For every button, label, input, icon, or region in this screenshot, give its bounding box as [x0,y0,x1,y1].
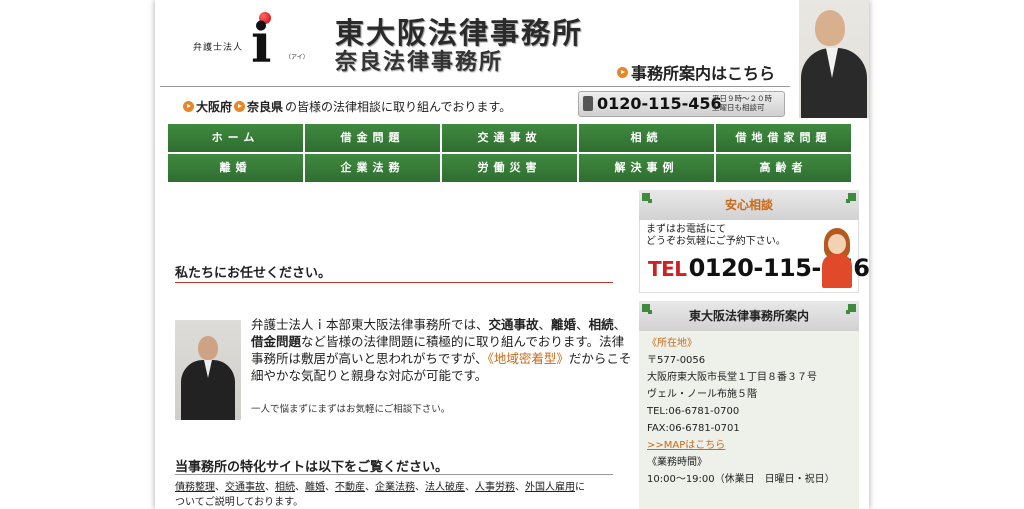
header-phone-number: 0120-115-456 [597,94,722,113]
consult-line2: どうぞお気軽にご予約下さい。 [646,236,786,247]
intro-inheritance: 相続 [588,317,614,332]
phone-icon [583,96,593,111]
heading-leave-it-to-us: 私たちにお任せください。 [175,266,332,281]
nav-debt[interactable]: 借金問題 [305,124,440,152]
intro-traffic: 交通事故 [488,317,539,332]
intro-consult-note: 一人で悩まずにまずはお気軽にご相談下さい。 [251,404,451,415]
site-subtitle: 奈良法律事務所 [335,50,504,75]
page: 弁護士法人 i （アイ） 東大阪法律事務所 奈良法律事務所 事務所案内はこちら … [155,0,869,509]
arrow-right-icon [183,101,194,112]
links-tail: に [575,482,585,493]
nav-corporate[interactable]: 企業法務 [305,154,440,182]
tagline-text: の皆様の法律相談に取り組んでおります。 [285,100,512,114]
hours-line1: 平日９時～２０時 [712,94,772,103]
sep: 、 [215,482,225,493]
sep: 、 [295,482,305,493]
header-phone[interactable]: 0120-115-456 平日９時～２０時 土曜日も相談可 [578,91,785,117]
tagline: 大阪府 奈良県 の皆様の法律相談に取り組んでおります。 [183,98,511,115]
corner-deco-icon [648,310,652,314]
tagline-region-osaka: 大阪府 [196,100,233,114]
intro-sep: 、 [538,317,552,332]
consult-heading: 安心相談 [639,190,859,220]
link-real-estate[interactable]: 不動産 [335,482,365,493]
heading-rule [175,282,613,283]
hours-label: 《業務時間》 [647,457,707,468]
intro-debt: 借金問題 [251,334,302,349]
special-site-links: 債務整理、交通事故、相続、離婚、不動産、企業法務、法人破産、人事労務、外国人雇用… [175,480,630,509]
office-info-link[interactable]: 事務所案内はこちら [617,60,775,84]
links-tail: ついてご説明しております。 [175,497,304,508]
link-inheritance[interactable]: 相続 [275,482,295,493]
link-foreign-employment[interactable]: 外国人雇用 [525,482,575,493]
heading-special-sites: 当事務所の特化サイトは以下をご覧ください。 [175,460,449,475]
consult-title: 安心相談 [724,198,773,212]
link-corporate-bankruptcy[interactable]: 法人破産 [425,482,465,493]
corner-deco-icon [648,199,652,203]
sep: 、 [325,482,335,493]
sidebar: 安心相談 まずはお電話にて どうぞお気軽にご予約下さい。 TEL0120-115… [639,190,869,509]
link-divorce[interactable]: 離婚 [305,482,325,493]
intro-highlight: 《地域密着型》 [487,351,569,366]
heading-rule [175,474,613,475]
consult-line1: まずはお電話にて [646,224,726,235]
sep: 、 [265,482,275,493]
header-divider [160,86,790,87]
logo-label: 弁護士法人 [193,43,244,53]
office-fax: FAX:06-6781-0701 [647,423,740,434]
nav-home[interactable]: ホーム [168,124,303,152]
sep: 、 [415,482,425,493]
map-link[interactable]: >>MAPはこちら [647,440,725,451]
nav-elderly[interactable]: 高齢者 [716,154,851,182]
intro-sep: 、 [576,317,589,332]
arrow-right-icon [234,101,246,112]
nav-traffic-accident[interactable]: 交通事故 [442,124,577,152]
office-hours: 10:00～19:00（休業日 日曜日・祝日） [647,474,835,485]
link-corporate[interactable]: 企業法務 [375,482,415,493]
consult-phone-banner[interactable]: まずはお電話にて どうぞお気軽にご予約下さい。 TEL0120-115-456 [639,220,869,293]
office-info: 《所在地》 〒577-0056 大阪府東大阪市長堂１丁目８番３７号 ヴェル・ノー… [639,331,859,509]
intro-text: 弁護士法人ｉ本部東大阪法律事務所では、交通事故、離婚、相続、借金問題など皆様の法… [251,316,633,384]
corner-deco-icon [846,199,850,203]
header-phone-hours: 平日９時～２０時 土曜日も相談可 [712,94,772,112]
office-heading: 東大阪法律事務所案内 [639,301,859,331]
tel-mark: TEL [648,257,687,281]
sep: 、 [365,482,375,493]
nav-cases[interactable]: 解決事例 [579,154,714,182]
corner-deco-icon [846,310,850,314]
office-title: 東大阪法律事務所案内 [688,309,809,323]
lawyer-photo [175,320,241,420]
lawyer-portrait [799,0,869,118]
nav-row-2: 離婚 企業法務 労働災害 解決事例 高齢者 [168,154,852,182]
arrow-right-icon [617,66,628,78]
office-info-link-label: 事務所案内はこちら [631,64,776,83]
link-debt-consolidation[interactable]: 債務整理 [175,482,215,493]
operator-illustration [820,228,854,288]
logo-kana: （アイ） [285,54,309,61]
intro-divorce: 離婚 [551,317,577,332]
nav-labor[interactable]: 労働災害 [442,154,577,182]
logo[interactable]: 弁護士法人 i （アイ） [193,12,313,72]
sep: 、 [515,482,525,493]
link-traffic-accident[interactable]: 交通事故 [225,482,265,493]
hours-line2: 土曜日も相談可 [712,103,765,112]
main-nav: ホーム 借金問題 交通事故 相続 借地借家問題 離婚 企業法務 労働災害 解決事… [168,124,852,184]
address-line2: ヴェル・ノール布施５階 [647,389,757,400]
sep: 、 [465,482,475,493]
address-line1: 大阪府東大阪市長堂１丁目８番３７号 [647,372,817,383]
nav-divorce[interactable]: 離婚 [168,154,303,182]
postal-code: 〒577-0056 [647,355,706,366]
tagline-region-nara: 奈良県 [247,100,284,114]
nav-lease[interactable]: 借地借家問題 [716,124,851,152]
intro-a: 弁護士法人ｉ本部東大阪法律事務所では、 [251,317,489,332]
office-tel: TEL:06-6781-0700 [647,406,740,417]
location-label: 《所在地》 [647,338,697,349]
nav-row-1: ホーム 借金問題 交通事故 相続 借地借家問題 [168,124,852,152]
logo-letter: i [251,11,272,75]
consult-text: まずはお電話にて どうぞお気軽にご予約下さい。 [646,224,786,248]
link-hr-labor[interactable]: 人事労務 [475,482,515,493]
intro-sep: 、 [613,317,627,332]
nav-inheritance[interactable]: 相続 [579,124,714,152]
